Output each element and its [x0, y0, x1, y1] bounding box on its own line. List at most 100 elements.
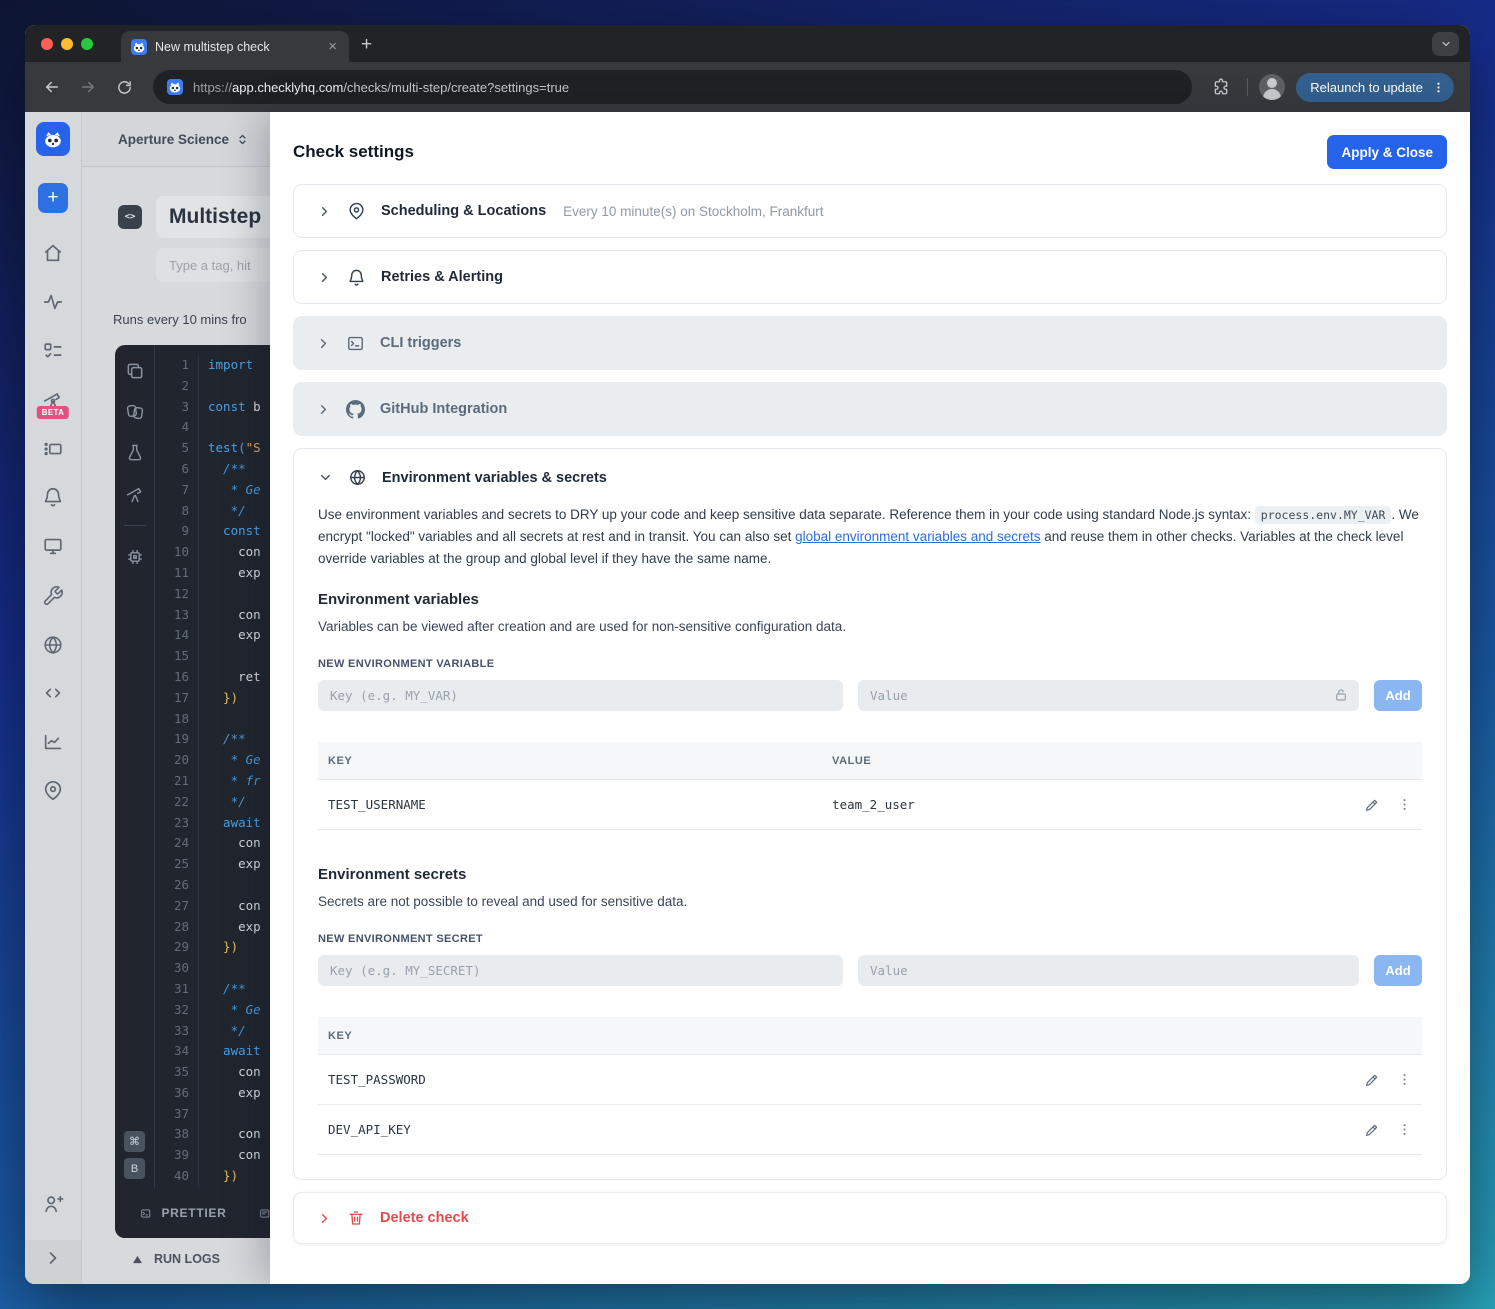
url-bar[interactable]: https://app.checklyhq.com/checks/multi-s… [153, 70, 1193, 104]
prettier-label[interactable]: PRETTIER [161, 1206, 226, 1220]
activity-icon[interactable] [42, 291, 64, 313]
section-summary: Every 10 minute(s) on Stockholm, Frankfu… [563, 203, 824, 219]
locations-pin-icon[interactable] [42, 780, 64, 802]
tab-close-icon[interactable]: × [326, 39, 339, 54]
check-name-input[interactable]: Multistep [156, 196, 270, 238]
copy-icon[interactable] [125, 361, 145, 381]
dashboards-monitor-icon[interactable] [42, 535, 64, 557]
tab-search-button[interactable] [1432, 32, 1459, 56]
code-line: 20 * Ge [156, 750, 270, 771]
account-switcher[interactable]: Aperture Science [82, 112, 270, 167]
bell-icon [347, 268, 366, 287]
code-line: 11 exp [156, 562, 270, 584]
code-line: 29 }) [156, 937, 270, 959]
home-icon[interactable] [42, 242, 64, 264]
code-line: 7 * Ge [156, 479, 270, 501]
code-line: 9 const [156, 521, 270, 543]
extensions-puzzle-icon[interactable] [1206, 72, 1236, 102]
profile-avatar[interactable] [1259, 74, 1286, 100]
back-button[interactable] [37, 72, 67, 102]
relaunch-to-update-button[interactable]: Relaunch to update [1296, 72, 1454, 102]
tab-strip: New multistep check × + [25, 25, 1470, 62]
unlock-icon[interactable] [1333, 687, 1349, 703]
code-line: 6 /** [156, 458, 270, 480]
telescope-icon[interactable] [125, 484, 145, 504]
browser-toolbar: https://app.checklyhq.com/checks/multi-s… [25, 62, 1470, 112]
apply-close-button[interactable]: Apply & Close [1327, 135, 1447, 169]
terminal-icon [346, 334, 365, 353]
delete-check-section[interactable]: Delete check [293, 1192, 1447, 1244]
retries-alerting-section[interactable]: Retries & Alerting [293, 250, 1447, 304]
run-logs-label: RUN LOGS [154, 1252, 220, 1266]
edit-pencil-icon[interactable] [1364, 1072, 1380, 1088]
test-sessions-icon[interactable] [42, 438, 64, 460]
global-env-vars-link[interactable]: global environment variables and secrets [795, 529, 1040, 544]
chevron-right-icon [316, 402, 331, 417]
analytics-chart-icon[interactable] [42, 731, 64, 753]
kebab-menu-icon [1437, 82, 1440, 92]
key-column-header: KEY [328, 754, 353, 767]
environment-variables-section: Environment variables & secrets Use envi… [293, 448, 1447, 1180]
flask-icon[interactable] [125, 443, 145, 463]
chip-icon[interactable] [125, 547, 145, 567]
cli-triggers-section[interactable]: CLI triggers [293, 316, 1447, 370]
new-tab-button[interactable]: + [361, 34, 372, 56]
variable-value: team_2_user [832, 797, 915, 812]
editor-statusbar: PRETTIER [115, 1188, 270, 1238]
forward-button[interactable] [73, 72, 103, 102]
fullscreen-window-button[interactable] [81, 38, 93, 50]
code-chip: process.env.MY_VAR [1254, 506, 1392, 524]
browser-window: New multistep check × + https://app.chec… [25, 25, 1470, 1284]
variable-key-input[interactable] [318, 680, 843, 711]
add-variable-button[interactable]: Add [1374, 680, 1422, 711]
check-settings-panel: Check settings Apply & Close Scheduling … [270, 112, 1470, 1284]
github-integration-section[interactable]: GitHub Integration [293, 382, 1447, 436]
env-secret-row: DEV_API_KEY [318, 1105, 1422, 1155]
add-secret-button[interactable]: Add [1374, 955, 1422, 986]
kebab-menu-icon[interactable] [1397, 797, 1412, 813]
checkly-logo[interactable] [36, 122, 70, 156]
code-editor[interactable]: 1 import 2 3 const b4 5 test("S 6 /** 7 * Ge 8 … [115, 345, 270, 1238]
env-section-header[interactable]: Environment variables & secrets [318, 468, 1422, 487]
env-variable-row: TEST_USERNAME team_2_user [318, 780, 1422, 830]
checkly-favicon [167, 79, 183, 95]
edit-pencil-icon[interactable] [1364, 797, 1380, 813]
editor-code[interactable]: 1 import 2 3 const b4 5 test("S 6 /** 7 * Ge 8 … [156, 355, 270, 1187]
kebab-menu-icon[interactable] [1397, 1072, 1412, 1088]
section-label: CLI triggers [380, 335, 462, 351]
checklist-icon[interactable] [42, 340, 64, 362]
reload-button[interactable] [109, 72, 139, 102]
code-line: 10 con [156, 542, 270, 563]
env-variables-subtext: Variables can be viewed after creation a… [318, 619, 847, 634]
env-variables-rows: TEST_USERNAME team_2_user [318, 780, 1422, 830]
edit-pencil-icon[interactable] [1364, 1122, 1380, 1138]
panel-icon[interactable] [259, 1205, 270, 1222]
globe-icon[interactable] [42, 634, 64, 656]
chevron-down-icon [318, 470, 333, 485]
tag-input[interactable]: Type a tag, hit [156, 248, 270, 282]
variable-value-input[interactable] [858, 680, 1359, 711]
create-check-button[interactable]: + [38, 183, 68, 213]
code-line: 4 [156, 417, 270, 439]
run-logs-toggle[interactable]: RUN LOGS [115, 1246, 270, 1272]
code-line: 35 con [156, 1062, 270, 1083]
kebab-menu-icon[interactable] [1397, 1122, 1412, 1138]
account-name: Aperture Science [118, 131, 230, 147]
section-label: Environment variables & secrets [382, 469, 607, 486]
collapse-sidebar-icon[interactable] [43, 1248, 63, 1268]
alerts-bell-icon[interactable] [42, 486, 64, 508]
scheduling-locations-section[interactable]: Scheduling & Locations Every 10 minute(s… [293, 184, 1447, 238]
delete-check-label: Delete check [380, 1210, 469, 1226]
code-snippets-icon[interactable] [42, 682, 64, 704]
browser-tab[interactable]: New multistep check × [121, 31, 349, 62]
cmd-key-badge: ⌘ [124, 1131, 145, 1152]
invite-user-icon[interactable] [42, 1193, 64, 1215]
secret-key-input[interactable] [318, 955, 843, 986]
maintenance-tool-icon[interactable] [42, 585, 64, 607]
minimize-window-button[interactable] [61, 38, 73, 50]
masks-icon[interactable] [125, 402, 145, 422]
code-line: 30 [156, 958, 270, 979]
close-window-button[interactable] [41, 38, 53, 50]
secret-value-input[interactable] [858, 955, 1359, 986]
desktop-background: New multistep check × + https://app.chec… [0, 0, 1495, 1309]
